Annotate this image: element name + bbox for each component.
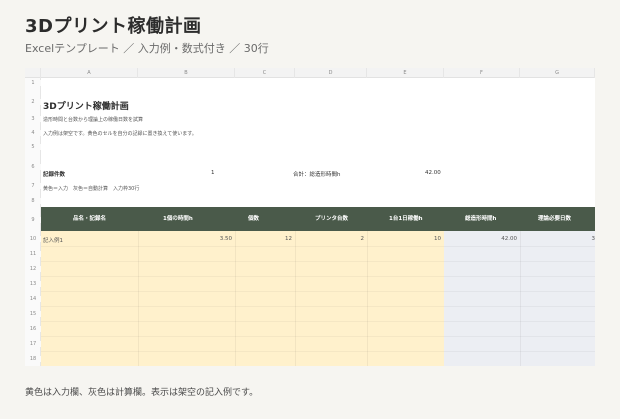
header-item-name[interactable]: 品名・記録名 — [73, 207, 106, 231]
record-count-label[interactable]: 記録件数 — [43, 170, 65, 178]
header-quantity[interactable]: 個数 — [248, 207, 259, 231]
row-number[interactable]: 17 — [25, 341, 41, 347]
row-number[interactable]: 8 — [25, 198, 41, 204]
row-number[interactable]: 16 — [25, 326, 41, 332]
row-gridline — [41, 306, 595, 307]
column-header-e[interactable]: E — [367, 68, 444, 78]
header-daily-hours[interactable]: 1台1日稼働h — [389, 207, 423, 231]
row-number[interactable]: 6 — [25, 164, 41, 170]
example-quantity[interactable]: 12 — [235, 236, 292, 242]
row-gridline — [41, 261, 595, 262]
example-total-hours[interactable]: 42.00 — [444, 236, 517, 242]
row-number[interactable]: 1 — [25, 80, 41, 86]
column-header-a[interactable]: A — [41, 68, 138, 78]
page-title: 3Dプリント稼働計画 — [25, 16, 202, 37]
row-gridline — [41, 321, 595, 322]
example-item-name[interactable]: 記入例1 — [43, 236, 63, 244]
sheet-title-cell[interactable]: 3Dプリント稼働計画 — [43, 99, 129, 112]
example-printer-count[interactable]: 2 — [295, 236, 365, 242]
column-gridline — [367, 231, 368, 366]
total-hours-value[interactable]: 42.00 — [425, 170, 441, 176]
header-required-days[interactable]: 理論必要日数 — [538, 207, 571, 231]
record-count-value[interactable]: 1 — [211, 170, 215, 176]
row-number[interactable]: 5 — [25, 144, 41, 150]
row-number[interactable]: 14 — [25, 296, 41, 302]
row-gridline — [41, 276, 595, 277]
column-header-c[interactable]: C — [235, 68, 295, 78]
row-number[interactable]: 11 — [25, 251, 41, 257]
header-total-hours[interactable]: 総造形時間h — [465, 207, 496, 231]
spreadsheet[interactable]: A B C D E F G 1 2 3 4 5 6 7 8 9 10 11 12… — [25, 68, 595, 366]
legend-note-cell[interactable]: 黄色＝入力 灰色＝自動計算 入力枠30行 — [43, 185, 139, 192]
example-daily-hours[interactable]: 10 — [367, 236, 441, 242]
example-required-days[interactable]: 3 — [520, 236, 596, 242]
input-area[interactable] — [41, 231, 444, 366]
column-header-f[interactable]: F — [444, 68, 520, 78]
footer-note: 黄色は入力欄、灰色は計算欄。表示は架空の記入例です。 — [25, 388, 259, 398]
header-unit-time[interactable]: 1個の時間h — [163, 207, 193, 231]
example-unit-time[interactable]: 3.50 — [138, 236, 232, 242]
row-number[interactable]: 15 — [25, 311, 41, 317]
page-subtitle: Excelテンプレート ／ 入力例・数式付き ／ 30行 — [25, 42, 269, 55]
row-gridline — [41, 291, 595, 292]
header-printer-count[interactable]: プリンタ台数 — [315, 207, 348, 231]
column-gridline — [520, 231, 521, 366]
column-header-g[interactable]: G — [520, 68, 595, 78]
row-number[interactable]: 4 — [25, 130, 41, 136]
row-number[interactable]: 13 — [25, 281, 41, 287]
row-number[interactable]: 12 — [25, 266, 41, 272]
row-gridline — [41, 351, 595, 352]
row-number[interactable]: 18 — [25, 356, 41, 362]
row-number[interactable]: 7 — [25, 183, 41, 189]
row-number[interactable]: 9 — [25, 217, 41, 223]
row-number[interactable]: 2 — [25, 99, 41, 105]
row-number[interactable]: 3 — [25, 116, 41, 122]
row-gridline — [41, 336, 595, 337]
total-hours-label[interactable]: 合計：総造形時間h — [293, 170, 341, 178]
column-gridline — [235, 231, 236, 366]
column-gridline — [295, 231, 296, 366]
description-cell[interactable]: 造形時間と台数から理論上の稼働日数を試算 — [43, 116, 143, 123]
description-cell[interactable]: 入力例は架空です。黄色のセルを自分の記録に置き換えて使います。 — [43, 130, 197, 137]
column-header-b[interactable]: B — [138, 68, 235, 78]
column-header-d[interactable]: D — [295, 68, 367, 78]
row-number[interactable]: 10 — [25, 236, 41, 242]
row-gridline — [41, 246, 595, 247]
corner-cell[interactable] — [25, 68, 41, 78]
column-gridline — [138, 231, 139, 366]
